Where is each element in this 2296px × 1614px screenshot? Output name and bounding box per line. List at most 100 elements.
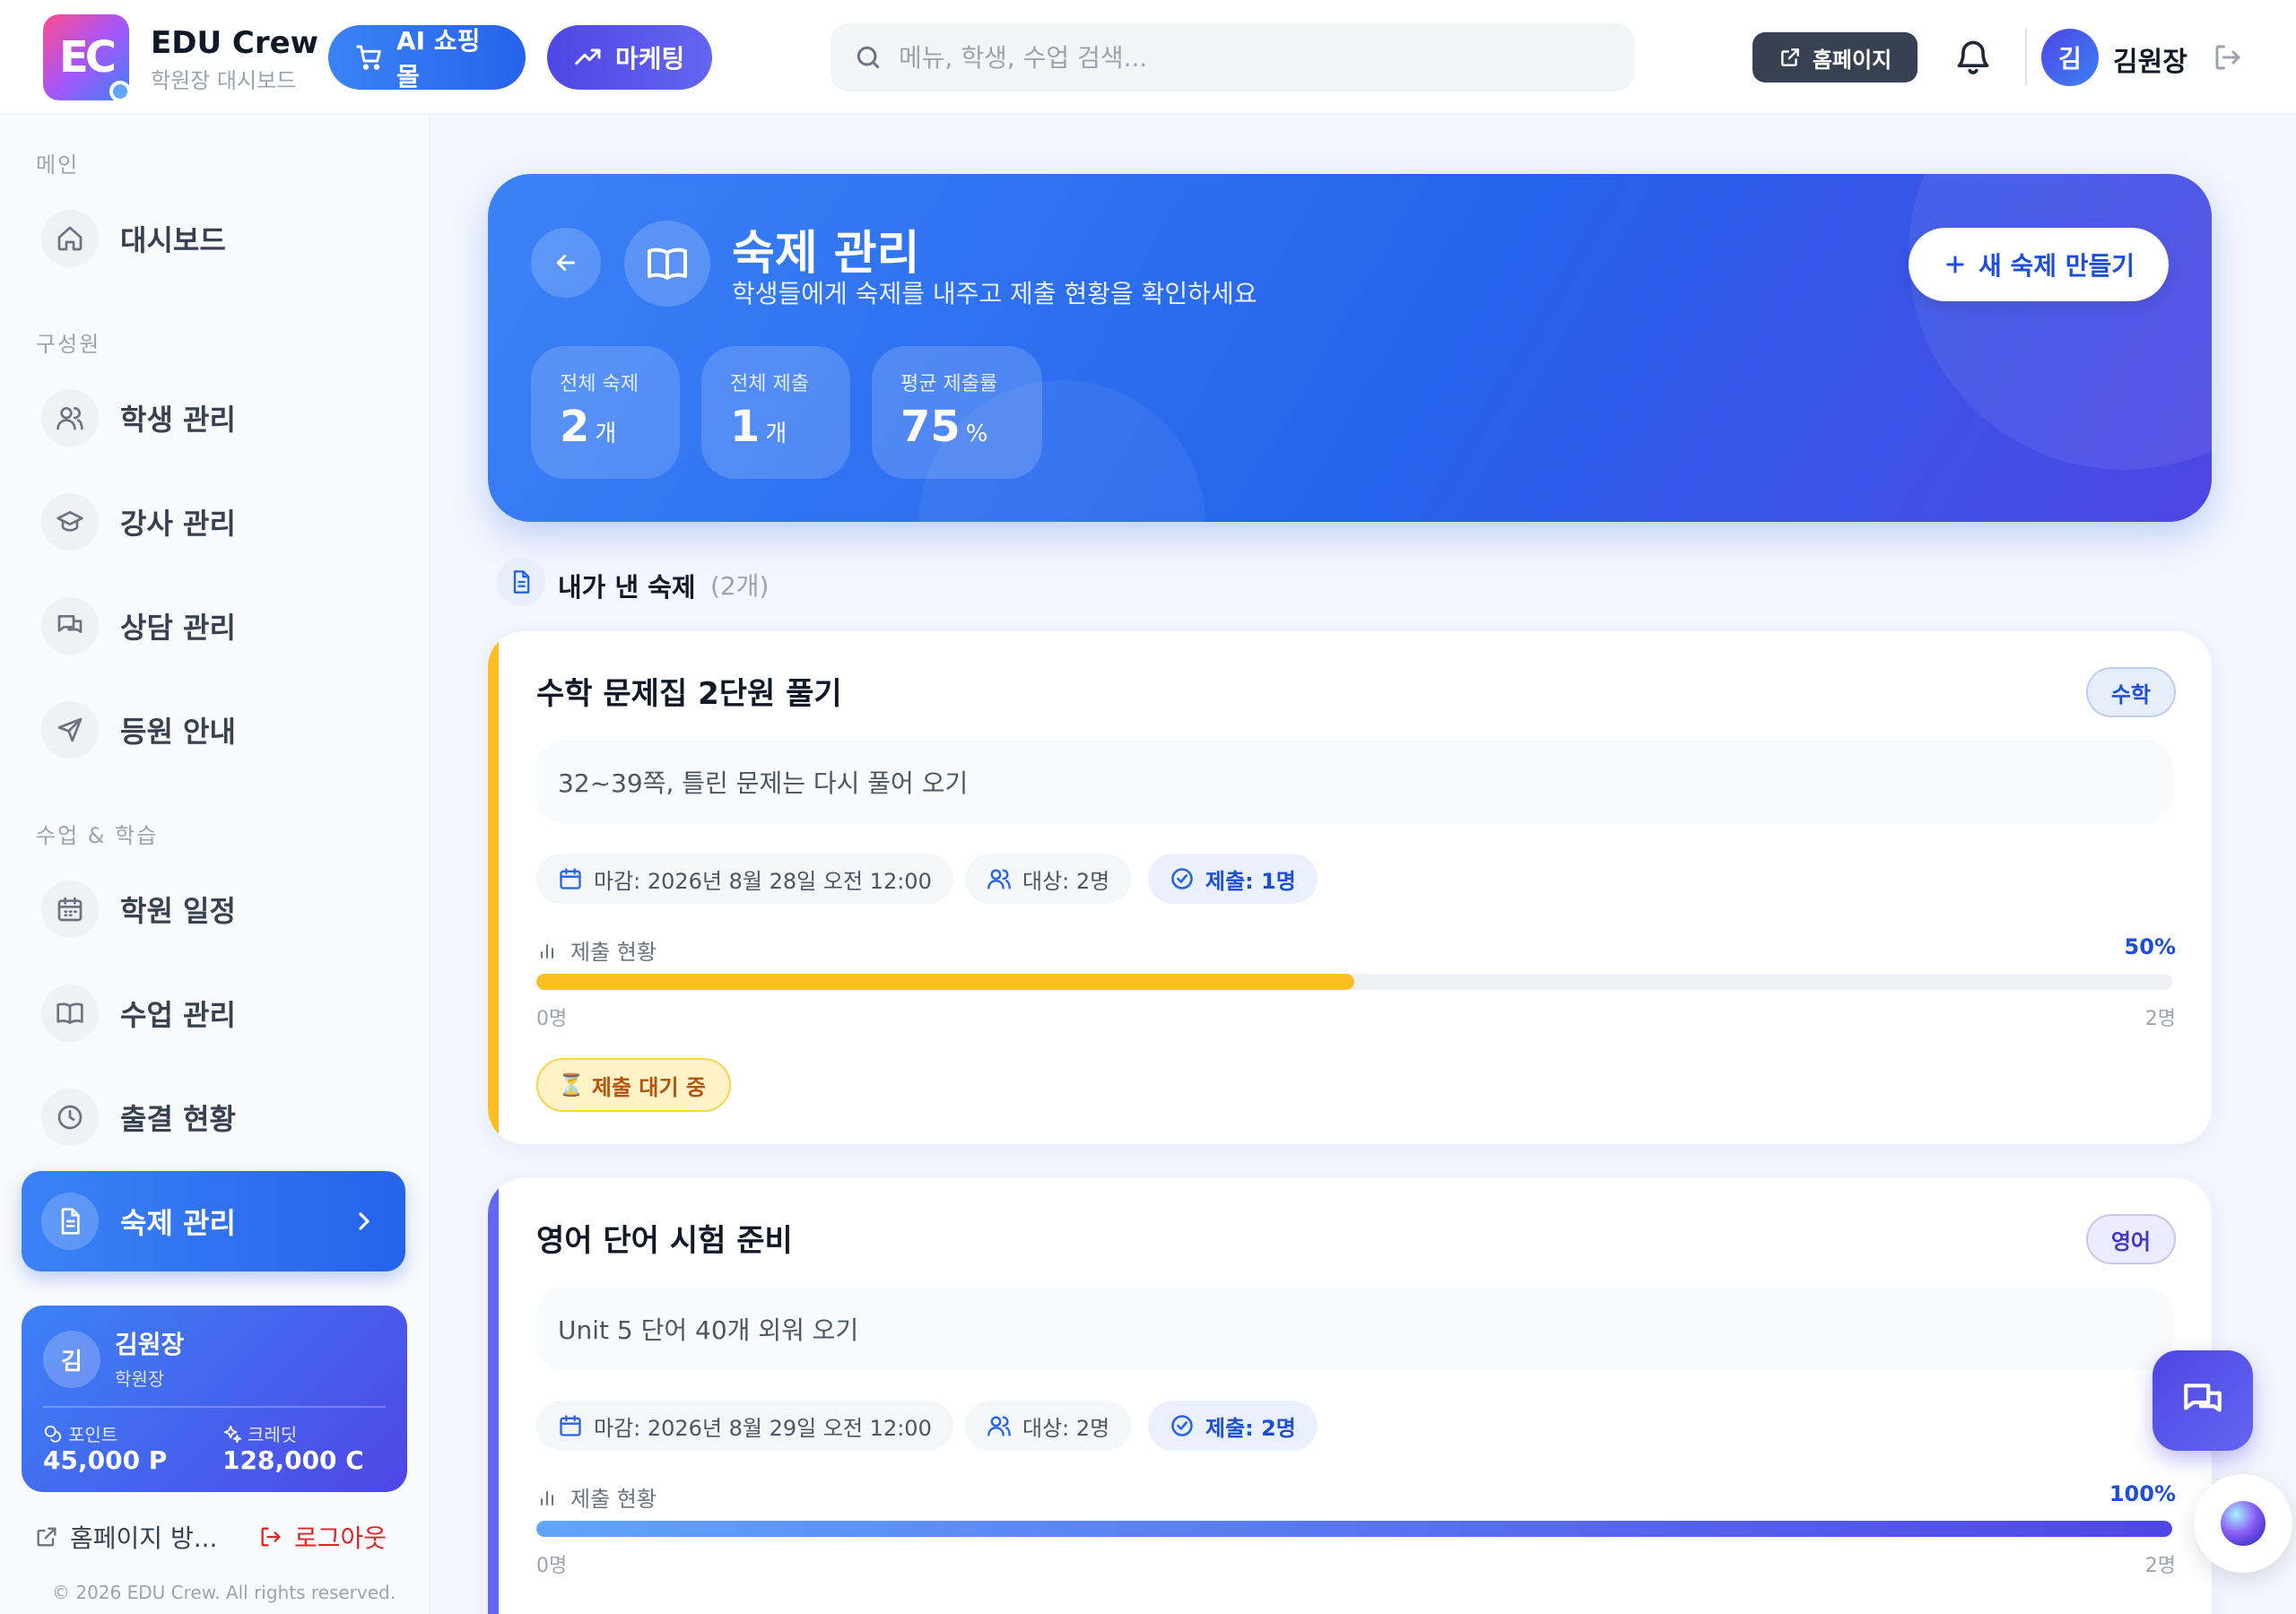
sidebar-item-teachers[interactable]: 강사 관리	[22, 477, 405, 567]
logout-link[interactable]: 로그아웃	[258, 1519, 387, 1555]
ai-shop-label: AI 쇼핑몰	[396, 26, 481, 91]
sidebar-item-schedule[interactable]: 학원 일정	[22, 864, 405, 954]
visit-homepage-label: 홈페이지 방...	[70, 1523, 218, 1553]
calendar-icon	[560, 1415, 581, 1436]
progress-max: 2명	[2144, 1555, 2176, 1577]
stat-total-homework: 전체 숙제 2개	[531, 346, 680, 479]
sidebar-item-classes[interactable]: 수업 관리	[22, 968, 405, 1058]
book-open-icon	[624, 221, 710, 307]
logout-icon	[261, 1527, 281, 1547]
user-name[interactable]: 김원장	[2113, 39, 2187, 79]
search-bar[interactable]	[831, 23, 1634, 91]
progress-label: 제출 현황	[536, 934, 657, 966]
plus-icon	[1946, 256, 1964, 273]
progress-fill	[536, 974, 1354, 990]
sidebar-item-consulting[interactable]: 상담 관리	[22, 581, 405, 671]
progress-label-text: 제출 현황	[570, 940, 657, 965]
user-card-divider	[43, 1406, 386, 1408]
sidebar-item-homework[interactable]: 숙제 관리	[22, 1171, 405, 1271]
credits-label: 크레딧	[248, 1424, 298, 1445]
target-text: 대상: 2명	[1022, 1415, 1110, 1441]
back-button[interactable]	[531, 228, 601, 298]
sidebar-item-attendance-notice[interactable]: 등원 안내	[22, 685, 405, 775]
sidebar-item-label: 학원 일정	[120, 894, 236, 928]
sidebar-item-students[interactable]: 학생 관리	[22, 373, 405, 463]
stat-number: 2	[560, 402, 590, 452]
stat-label: 평균 제출률	[900, 373, 998, 395]
sidebar-item-attendance[interactable]: 출결 현황	[22, 1072, 405, 1162]
user-card-role: 학원장	[115, 1368, 165, 1390]
section-label-members: 구성원	[36, 332, 101, 357]
external-link-icon	[1780, 48, 1799, 66]
progress-min: 0명	[536, 1555, 568, 1577]
ai-shop-button[interactable]: AI 쇼핑몰	[328, 25, 526, 91]
status-badge: ⏳ 제출 대기 중	[536, 1058, 732, 1112]
status-text: 제출 대기 중	[591, 1074, 707, 1100]
deadline-chip: 마감: 2026년 8월 28일 오전 12:00	[536, 854, 953, 904]
homework-card[interactable]: 영어 단어 시험 준비 영어 Unit 5 단어 40개 외워 오기 마감: 2…	[488, 1178, 2212, 1614]
progress-label-text: 제출 현황	[570, 1487, 657, 1512]
chat-fab-button[interactable]	[2152, 1350, 2253, 1451]
send-icon	[41, 701, 99, 759]
sidebar-item-label: 상담 관리	[120, 611, 236, 645]
logout-icon[interactable]	[2212, 41, 2244, 74]
page-title: 숙제 관리	[732, 227, 920, 281]
sidebar-item-label: 학생 관리	[120, 403, 236, 437]
subject-badge: 수학	[2085, 667, 2176, 717]
page-subtitle: 학생들에게 숙제를 내주고 제출 현황을 확인하세요	[732, 279, 1257, 308]
homework-description: Unit 5 단어 40개 외워 오기	[536, 1288, 2172, 1370]
arrow-left-icon	[556, 255, 576, 271]
new-homework-button[interactable]: 새 숙제 만들기	[1909, 228, 2169, 301]
sidebar-item-dashboard[interactable]: 대시보드	[22, 194, 405, 283]
card-accent-stripe	[488, 1178, 499, 1614]
user-summary-card[interactable]: 김 김원장 학원장 포인트 45,000 P 크레딧 128,000 C	[22, 1306, 407, 1492]
user-card-avatar: 김	[43, 1331, 100, 1388]
book-icon	[41, 985, 99, 1042]
stat-value: 2개	[560, 402, 616, 452]
homepage-label: 홈페이지	[1812, 47, 1892, 73]
ai-assistant-button[interactable]	[2194, 1474, 2292, 1573]
bell-icon[interactable]	[1953, 38, 1993, 77]
homework-list-count: (2개)	[710, 571, 770, 601]
app-logo[interactable]: EC	[43, 14, 131, 102]
check-circle-icon	[1171, 868, 1193, 889]
sidebar-item-label: 대시보드	[120, 223, 226, 257]
cart-icon	[356, 45, 381, 70]
search-input[interactable]	[899, 42, 1598, 73]
logout-label: 로그아웃	[294, 1523, 387, 1553]
progress-fill	[536, 1521, 2172, 1537]
stat-label: 전체 숙제	[560, 373, 639, 395]
visit-homepage-link[interactable]: 홈페이지 방...	[34, 1519, 217, 1555]
copyright-text: © 2026 EDU Crew. All rights reserved.	[52, 1582, 396, 1603]
progress-track	[536, 1521, 2172, 1537]
home-icon	[41, 210, 99, 267]
progress-percent: 50%	[2124, 934, 2176, 959]
deadline-text: 마감: 2026년 8월 28일 오전 12:00	[594, 868, 932, 894]
homework-title: 영어 단어 시험 준비	[536, 1223, 793, 1259]
deadline-chip: 마감: 2026년 8월 29일 오전 12:00	[536, 1401, 953, 1451]
stat-average-rate: 평균 제출률 75%	[872, 346, 1042, 479]
logo-status-dot	[109, 81, 131, 102]
points-value: 45,000 P	[43, 1445, 168, 1475]
user-avatar[interactable]: 김	[2041, 29, 2099, 86]
sidebar-item-label: 수업 관리	[120, 998, 236, 1032]
submitted-chip: 제출: 1명	[1148, 854, 1318, 904]
external-link-icon	[37, 1527, 57, 1547]
sparkles-icon	[223, 1425, 242, 1443]
homework-card[interactable]: 수학 문제집 2단원 풀기 수학 32~39쪽, 틀린 문제는 다시 풀어 오기…	[488, 631, 2212, 1144]
homepage-button[interactable]: 홈페이지	[1752, 32, 1918, 82]
coins-icon	[44, 1425, 62, 1443]
bar-chart-icon	[541, 943, 553, 959]
points-label: 포인트	[68, 1424, 118, 1445]
target-text: 대상: 2명	[1022, 868, 1110, 894]
stat-total-submitted: 전체 제출 1개	[701, 346, 850, 479]
section-label-main: 메인	[36, 152, 80, 178]
marketing-label: 마케팅	[615, 44, 685, 74]
stat-value: 1개	[730, 402, 787, 452]
logo-text: EC	[58, 32, 117, 82]
hourglass-icon: ⏳	[558, 1072, 585, 1098]
target-chip: 대상: 2명	[965, 854, 1132, 904]
stat-label: 전체 제출	[730, 373, 809, 395]
sidebar-item-label: 출결 현황	[120, 1102, 236, 1136]
marketing-button[interactable]: 마케팅	[547, 25, 712, 90]
